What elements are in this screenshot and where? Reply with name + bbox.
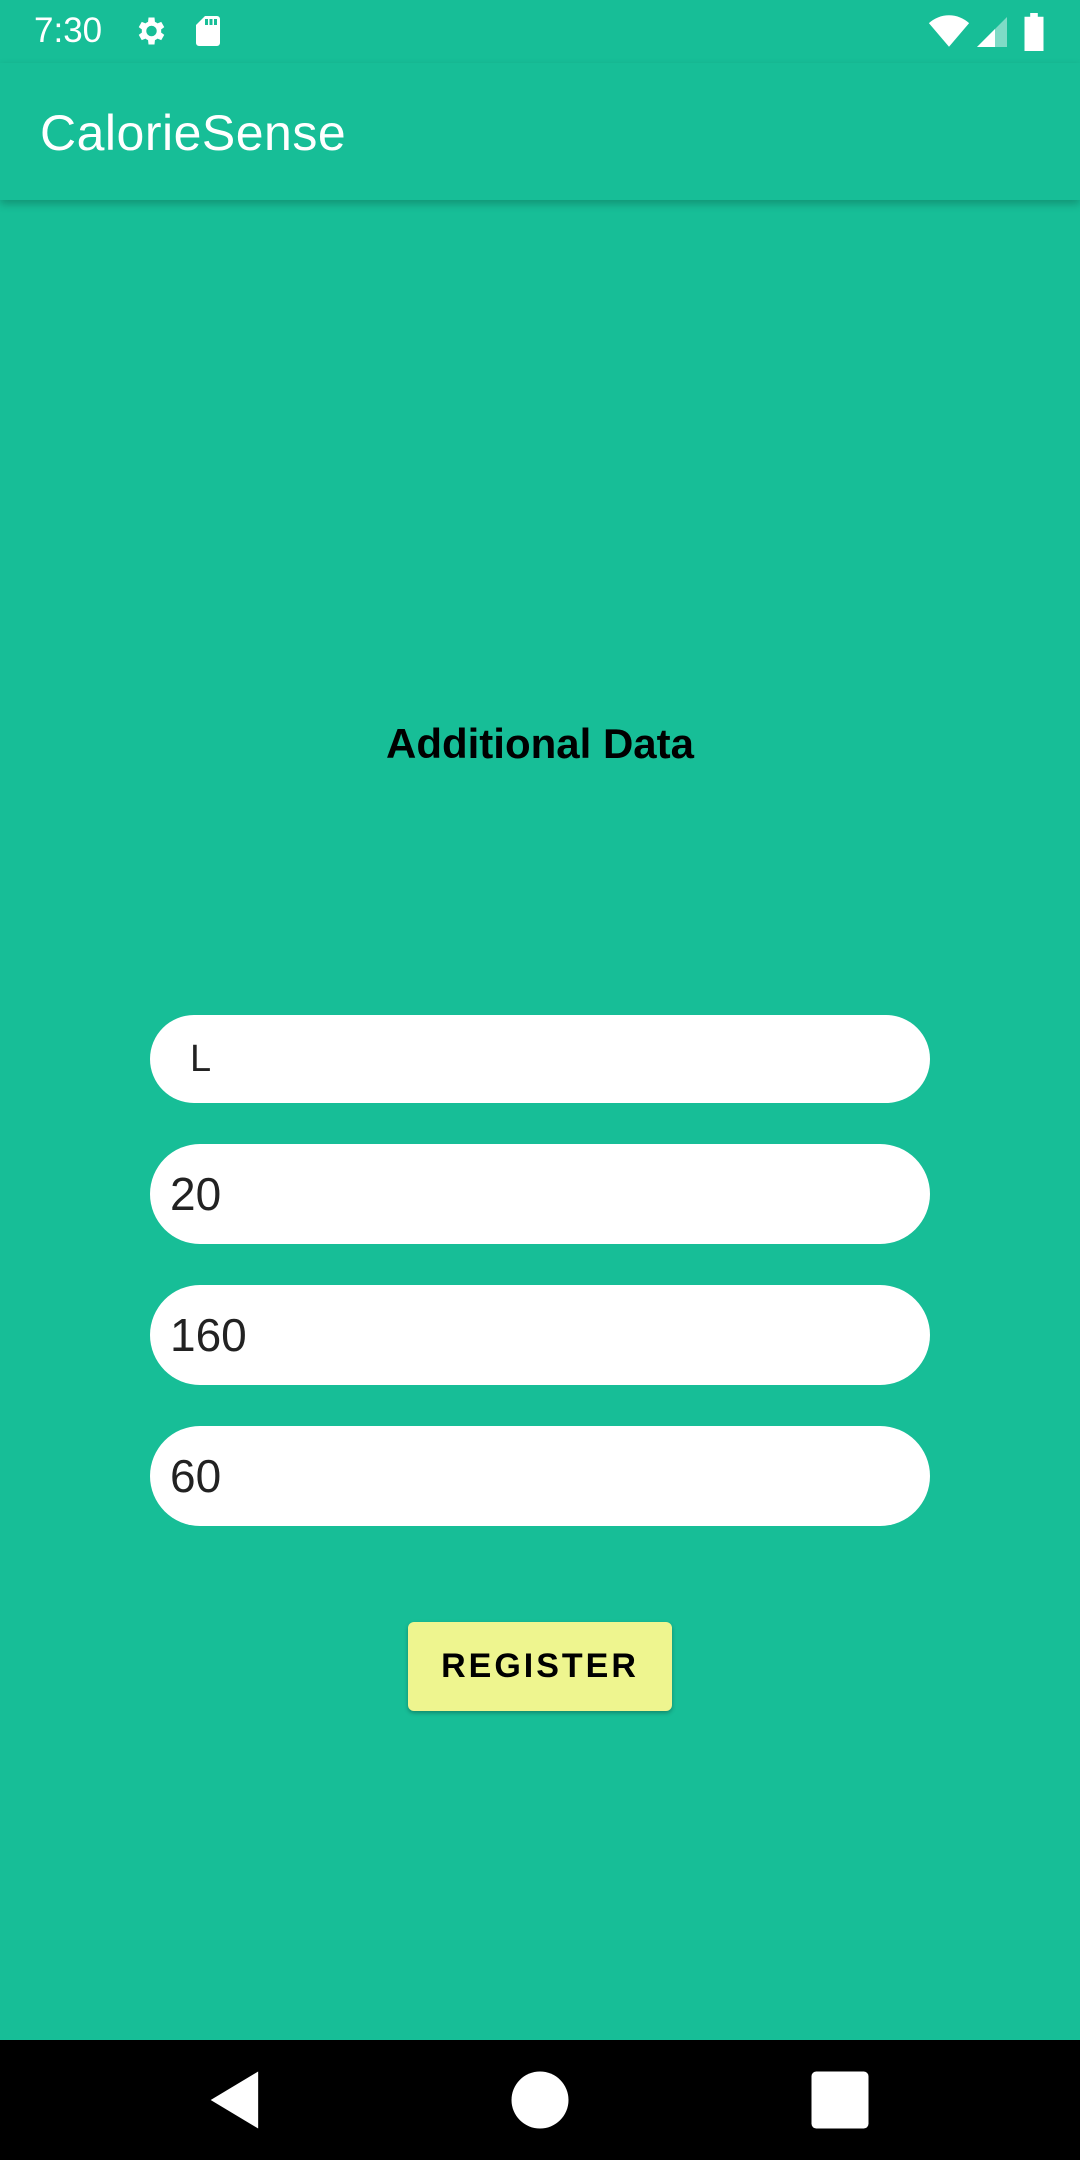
home-icon[interactable]	[502, 2062, 578, 2138]
recents-icon[interactable]	[802, 2062, 878, 2138]
data-field-2-value: 20	[170, 1168, 222, 1220]
battery-icon	[1024, 13, 1044, 51]
main-content: Additional Data L 20 160 60 REGISTER	[0, 200, 1080, 2040]
form-heading: Additional Data	[385, 720, 694, 767]
data-field-3[interactable]: 160	[150, 1285, 930, 1385]
data-field-4-value: 60	[170, 1450, 222, 1502]
data-field-4[interactable]: 60	[150, 1426, 930, 1526]
gear-icon	[138, 17, 165, 45]
back-icon[interactable]	[198, 2062, 274, 2138]
data-field-1-value: L	[190, 1037, 212, 1080]
data-field-3-value: 160	[170, 1309, 247, 1361]
data-field-2[interactable]: 20	[150, 1144, 930, 1244]
wifi-icon	[928, 15, 970, 47]
status-bar: 7:30	[0, 0, 1080, 63]
data-field-1[interactable]: L	[150, 1015, 930, 1103]
app-title: CalorieSense	[40, 105, 347, 161]
register-button[interactable]: REGISTER	[408, 1622, 672, 1711]
app-bar: CalorieSense	[0, 63, 1080, 200]
navigation-bar	[0, 2040, 1080, 2160]
status-time: 7:30	[34, 11, 103, 50]
sd-card-icon	[196, 16, 220, 46]
signal-icon	[977, 17, 1007, 47]
